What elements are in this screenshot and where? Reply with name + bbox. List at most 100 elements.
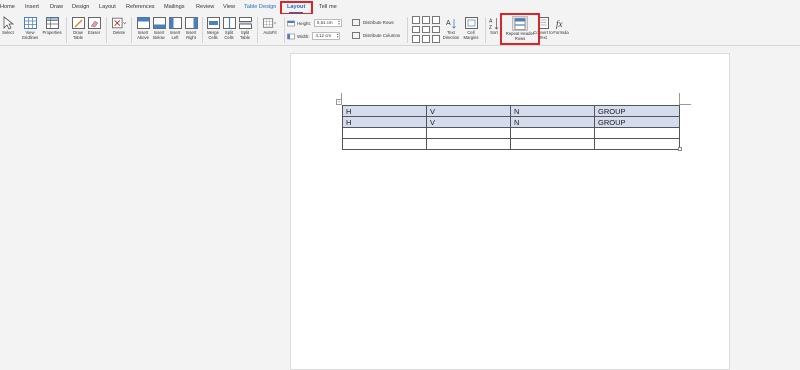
margin-corner-mark	[679, 104, 691, 105]
autofit-button[interactable]: AutoFit	[260, 16, 280, 36]
tab-design[interactable]: Design	[72, 4, 89, 10]
align-top-center-icon[interactable]	[422, 16, 430, 24]
table-cell[interactable]: N	[510, 105, 595, 117]
insert-below-label: Insert Below	[153, 30, 165, 40]
select-label: Select	[2, 30, 14, 35]
insert-above-button[interactable]: Insert Above	[135, 16, 151, 40]
table-row[interactable]	[342, 127, 680, 139]
table-cell[interactable]: V	[426, 105, 511, 117]
merge-cells-button[interactable]: Merge Cells	[205, 16, 221, 40]
text-direction-button[interactable]: A Text Direction	[441, 16, 461, 40]
sort-button[interactable]: AZ Sort	[488, 16, 500, 36]
document-table[interactable]: H V N GROUP H V N GROUP	[342, 105, 680, 150]
split-cells-label: Split Cells	[224, 30, 234, 40]
document-page[interactable]	[290, 53, 730, 370]
column-width-control: Width: 4,12 cm ▴ ▾	[287, 32, 341, 40]
tab-layout-page[interactable]: Layout	[99, 4, 116, 10]
distribute-columns-label: Distribute Columns	[363, 33, 401, 38]
tab-draw[interactable]: Draw	[50, 4, 63, 10]
tab-tell-me[interactable]: Tell me	[319, 4, 337, 10]
table-cell[interactable]: N	[510, 116, 595, 128]
table-cell[interactable]: GROUP	[594, 105, 680, 117]
cell-margins-icon	[464, 16, 478, 30]
svg-text:A: A	[446, 20, 451, 27]
align-bottom-center-icon[interactable]	[422, 35, 430, 43]
tab-mailings[interactable]: Mailings	[164, 4, 185, 10]
split-table-label: Split Table	[239, 30, 250, 40]
table-cell[interactable]	[426, 138, 511, 150]
svg-text:fx: fx	[556, 19, 563, 29]
align-middle-right-icon[interactable]	[432, 25, 440, 33]
delete-button[interactable]: Delete	[110, 16, 128, 36]
align-middle-center-icon[interactable]	[422, 25, 430, 33]
table-cell[interactable]	[510, 138, 595, 150]
tab-table-design[interactable]: Table Design	[244, 4, 276, 10]
insert-left-button[interactable]: Insert Left	[167, 16, 183, 40]
align-bottom-right-icon[interactable]	[432, 35, 440, 43]
ribbon-divider	[202, 17, 203, 43]
cursor-arrow-icon	[1, 16, 15, 30]
eraser-button[interactable]: Eraser	[86, 16, 102, 36]
align-bottom-left-icon[interactable]	[412, 35, 420, 43]
table-cell[interactable]	[594, 127, 680, 139]
distribute-rows-label: Distribute Rows	[363, 20, 394, 25]
formula-label: Formula	[553, 30, 569, 35]
draw-table-label: Draw Table	[72, 30, 83, 40]
merge-cells-label: Merge Cells	[207, 30, 219, 40]
cell-alignment-grid[interactable]	[412, 16, 442, 44]
cell-margins-label: Cell Margins	[463, 30, 479, 40]
properties-label: Properties	[42, 30, 62, 35]
tab-insert[interactable]: Insert	[25, 4, 39, 10]
ribbon-tabs: Home Insert Draw Design Layout Reference…	[0, 0, 800, 14]
view-gridlines-button[interactable]: View Gridlines	[19, 16, 41, 40]
table-cell[interactable]: GROUP	[594, 116, 680, 128]
sort-az-icon: AZ	[487, 16, 501, 30]
table-properties-icon	[45, 16, 59, 30]
width-label: Width:	[297, 33, 310, 39]
text-direction-icon: A	[444, 16, 458, 30]
draw-table-button[interactable]: Draw Table	[70, 16, 86, 40]
table-cell[interactable]	[342, 127, 427, 139]
table-cell[interactable]: H	[342, 105, 427, 117]
table-cell[interactable]	[342, 138, 427, 150]
cell-margins-button[interactable]: Cell Margins	[461, 16, 481, 40]
height-input[interactable]: 0,51 cm ▴ ▾	[313, 19, 342, 27]
ribbon-divider	[257, 17, 258, 43]
insert-below-button[interactable]: Insert Below	[151, 16, 167, 40]
table-cell[interactable]	[426, 127, 511, 139]
split-cells-button[interactable]: Split Cells	[221, 16, 237, 40]
formula-button[interactable]: fx Formula	[551, 16, 571, 36]
table-cell[interactable]	[594, 138, 680, 150]
split-table-button[interactable]: Split Table	[237, 16, 253, 40]
align-top-right-icon[interactable]	[432, 16, 440, 24]
formula-fx-icon: fx	[554, 16, 568, 30]
svg-text:A: A	[489, 18, 493, 24]
table-cell[interactable]	[510, 127, 595, 139]
select-button[interactable]: Select	[0, 16, 16, 36]
width-input[interactable]: 4,12 cm ▴ ▾	[312, 32, 341, 40]
table-cell[interactable]: H	[342, 116, 427, 128]
view-gridlines-label: View Gridlines	[21, 30, 39, 40]
distribute-rows-button[interactable]: Distribute Rows	[352, 19, 394, 26]
align-top-left-icon[interactable]	[412, 16, 420, 24]
draw-table-icon	[71, 16, 85, 30]
tab-home[interactable]: Home	[0, 4, 15, 10]
insert-below-icon	[152, 16, 166, 30]
align-middle-left-icon[interactable]	[412, 25, 420, 33]
autofit-label: AutoFit	[263, 30, 277, 35]
insert-right-button[interactable]: Insert Right	[183, 16, 199, 40]
distribute-columns-button[interactable]: Distribute Columns	[352, 32, 400, 39]
table-cell[interactable]: V	[426, 116, 511, 128]
height-stepper-icon[interactable]: ▴ ▾	[338, 19, 340, 26]
table-row[interactable]: H V N GROUP	[342, 105, 680, 117]
table-row[interactable]	[342, 138, 680, 150]
insert-right-icon	[184, 16, 198, 30]
properties-button[interactable]: Properties	[41, 16, 63, 36]
table-resize-handle-icon[interactable]	[678, 147, 682, 151]
tab-references[interactable]: References	[126, 4, 155, 10]
ribbon-divider	[106, 17, 107, 43]
width-stepper-icon[interactable]: ▴ ▾	[337, 32, 339, 39]
table-row[interactable]: H V N GROUP	[342, 116, 680, 128]
tab-review[interactable]: Review	[196, 4, 214, 10]
tab-view[interactable]: View	[223, 4, 235, 10]
